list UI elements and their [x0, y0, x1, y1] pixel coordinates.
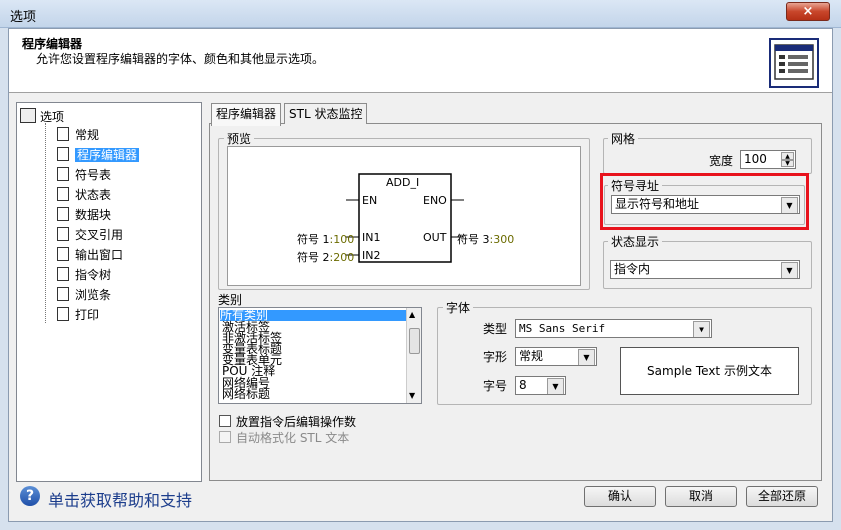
scroll-up-icon[interactable]: ▲ [409, 310, 415, 319]
scroll-thumb[interactable] [409, 328, 420, 354]
font-type-value: MS Sans Serif [519, 322, 606, 335]
tree-item-print[interactable]: 打印 [57, 306, 99, 324]
dropdown-arrow-icon[interactable]: ▼ [547, 378, 564, 394]
options-tree[interactable]: 选项 常规 程序编辑器 符号表 状态表 数据块 交叉引用 输出窗口 指令树 浏览… [16, 102, 202, 482]
document-icon [57, 147, 69, 161]
document-icon [57, 167, 69, 181]
help-icon[interactable]: ? [20, 486, 40, 506]
close-button[interactable]: × [786, 2, 830, 21]
tree-item-output-window[interactable]: 输出窗口 [57, 246, 123, 264]
pin-eno: ENO [423, 194, 447, 207]
font-type-select[interactable]: MS Sans Serif ▼ [515, 319, 712, 338]
cancel-button[interactable]: 取消 [665, 486, 737, 507]
tree-item-general[interactable]: 常规 [57, 126, 99, 144]
title-bar [0, 0, 841, 28]
symbol-1-label: 符号 1:100 [297, 233, 355, 246]
options-folder-icon [20, 108, 36, 123]
document-icon [57, 247, 69, 261]
preview-label: 预览 [224, 130, 255, 147]
tree-item-instruction-tree[interactable]: 指令树 [57, 266, 111, 284]
font-size-value: 8 [519, 378, 527, 392]
category-item[interactable]: 网络标题 [222, 388, 270, 400]
auto-format-checkbox[interactable] [219, 431, 231, 443]
document-icon [57, 187, 69, 201]
dropdown-arrow-icon[interactable]: ▼ [693, 321, 710, 337]
grid-width-value: 100 [744, 152, 767, 166]
tree-item-cross-reference[interactable]: 交叉引用 [57, 226, 123, 244]
restore-all-button[interactable]: 全部还原 [746, 486, 818, 507]
document-icon [57, 127, 69, 141]
place-instruction-label: 放置指令后编辑操作数 [236, 415, 357, 429]
font-style-label: 字形 [483, 350, 508, 364]
font-style-value: 常规 [519, 349, 544, 363]
tree-item-symbol-table[interactable]: 符号表 [57, 166, 111, 184]
pin-out: OUT [423, 231, 447, 244]
editor-settings-icon [769, 38, 819, 88]
pin-in2: IN2 [362, 249, 381, 262]
tab-program-editor[interactable]: 程序编辑器 [211, 103, 282, 126]
font-sample-preview: Sample Text 示例文本 [620, 347, 799, 395]
document-icon [57, 267, 69, 281]
status-display-value: 指令内 [614, 262, 651, 276]
document-icon [57, 287, 69, 301]
ladder-diagram [346, 173, 464, 263]
tree-root-label: 选项 [40, 110, 65, 124]
status-display-select[interactable]: 指令内 ▼ [610, 260, 800, 279]
font-size-select[interactable]: 8 ▼ [515, 376, 566, 395]
status-display-label: 状态显示 [608, 233, 663, 250]
grid-width-label: 宽度 [709, 154, 734, 168]
help-link[interactable]: 单击获取帮助和支持 [48, 487, 192, 511]
tree-item-status-table[interactable]: 状态表 [57, 186, 111, 204]
tree-connector [45, 123, 46, 323]
symbol-addressing-select[interactable]: 显示符号和地址 ▼ [611, 195, 800, 214]
font-type-label: 类型 [483, 322, 508, 336]
pin-in1: IN1 [362, 231, 381, 244]
spin-down-icon[interactable]: ▼ [781, 160, 794, 167]
window-title: 选项 [10, 10, 37, 25]
symbol-addressing-value: 显示符号和地址 [615, 197, 700, 211]
category-list[interactable]: 所有类别 激活标签 非激活标签 变量表标题 变量表单元 POU 注释 网络编号 … [218, 307, 422, 404]
dropdown-arrow-icon[interactable]: ▼ [781, 262, 798, 278]
block-name: ADD_I [386, 176, 420, 189]
symbol-2-label: 符号 2:200 [297, 251, 355, 264]
tree-item-data-block[interactable]: 数据块 [57, 206, 111, 224]
place-instruction-checkbox[interactable] [219, 415, 231, 427]
header-description: 允许您设置程序编辑器的字体、颜色和其他显示选项。 [36, 52, 325, 66]
category-label: 类别 [218, 293, 243, 307]
grid-label: 网格 [608, 130, 639, 147]
document-icon [57, 227, 69, 241]
spin-up-icon[interactable]: ▲ [781, 152, 794, 160]
document-icon [57, 307, 69, 321]
font-style-select[interactable]: 常规 ▼ [515, 347, 597, 366]
category-scrollbar[interactable]: ▲ ▼ [406, 308, 421, 403]
tree-root-options[interactable]: 选项 [20, 108, 64, 125]
ok-button[interactable]: 确认 [584, 486, 656, 507]
dropdown-arrow-icon[interactable]: ▼ [578, 349, 595, 365]
font-label: 字体 [443, 299, 474, 316]
preview-canvas [227, 146, 581, 286]
scroll-down-icon[interactable]: ▼ [409, 391, 415, 400]
tree-item-navigation-bar[interactable]: 浏览条 [57, 286, 111, 304]
symbol-3-label: 符号 3:300 [457, 233, 515, 246]
symbol-addressing-label: 符号寻址 [608, 177, 663, 194]
auto-format-label: 自动格式化 STL 文本 [236, 431, 350, 445]
tree-item-program-editor[interactable]: 程序编辑器 [57, 146, 140, 164]
grid-width-spinner[interactable]: 100 ▲ ▼ [740, 150, 796, 169]
tab-stl-status[interactable]: STL 状态监控 [284, 103, 368, 124]
document-icon [57, 207, 69, 221]
dropdown-arrow-icon[interactable]: ▼ [781, 197, 798, 213]
font-size-label: 字号 [483, 379, 508, 393]
pin-en: EN [362, 194, 378, 207]
